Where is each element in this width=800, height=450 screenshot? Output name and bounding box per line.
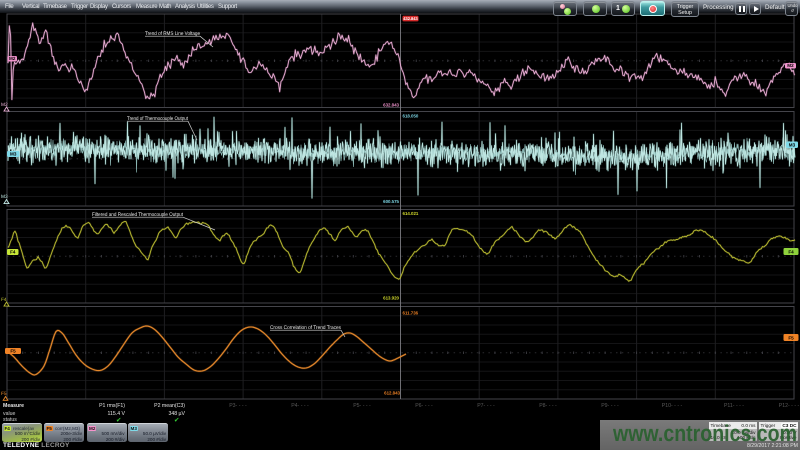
svg-text:F5: F5 [788, 336, 794, 341]
svg-text:632.843: 632.843 [383, 102, 399, 107]
svg-text:F5: F5 [1, 391, 7, 397]
svg-text:614.021: 614.021 [403, 211, 419, 216]
svg-text:F4: F4 [788, 250, 794, 255]
svg-text:M3: M3 [789, 143, 796, 148]
svg-text:432.843: 432.843 [403, 16, 418, 21]
svg-text:618.050: 618.050 [403, 114, 419, 119]
svg-text:613.920: 613.920 [383, 296, 399, 301]
svg-text:611.736: 611.736 [403, 310, 419, 315]
svg-text:M2: M2 [787, 63, 794, 68]
svg-text:M3: M3 [1, 194, 8, 200]
svg-text:600.575: 600.575 [383, 199, 399, 204]
svg-text:612.843: 612.843 [384, 390, 400, 395]
svg-text:M2: M2 [9, 56, 16, 61]
svg-text:F4: F4 [10, 250, 16, 255]
svg-text:M3: M3 [10, 152, 17, 157]
svg-text:F5: F5 [10, 349, 16, 354]
